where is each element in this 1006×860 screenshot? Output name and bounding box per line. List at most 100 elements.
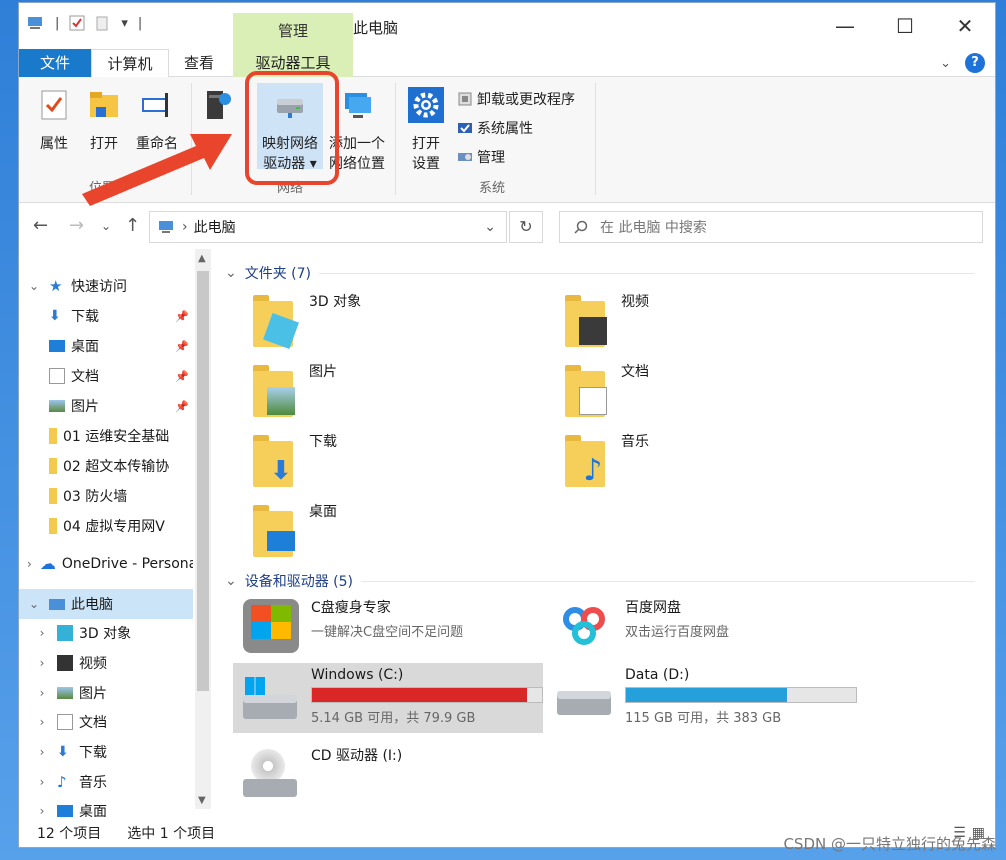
manage-button[interactable]: 管理 xyxy=(457,147,505,167)
sidebar-item-this-pc[interactable]: ⌄ 此电脑 xyxy=(19,589,193,619)
chevron-right-icon[interactable]: › xyxy=(27,557,32,571)
sidebar-scrollbar[interactable]: ▲ ▼ xyxy=(195,249,211,809)
folder-music[interactable]: ♪ 音乐 xyxy=(561,431,649,487)
chevron-right-icon[interactable]: › xyxy=(35,626,49,640)
rename-label: 重命名 xyxy=(136,136,178,152)
computer-icon xyxy=(49,598,65,610)
folder-icon xyxy=(49,518,57,534)
uninstall-program-button[interactable]: 卸载或更改程序 xyxy=(457,89,575,109)
open-button[interactable]: 打开 xyxy=(77,83,131,153)
folders-section-header[interactable]: ⌄ 文件夹 (7) xyxy=(225,263,975,283)
tab-computer[interactable]: 计算机 xyxy=(91,49,169,77)
open-settings-label-line2: 设置 xyxy=(412,156,440,172)
access-media-button[interactable]: 访 xyxy=(195,83,235,153)
tab-file[interactable]: 文件 xyxy=(19,49,91,77)
sidebar-item-onedrive[interactable]: › ☁ OneDrive - Personal xyxy=(19,549,193,579)
drive-cd[interactable]: CD 驱动器 (I:) xyxy=(241,745,402,805)
up-arrow-icon[interactable]: ↑ xyxy=(125,215,140,236)
navigation-pane: ⌄ ★ 快速访问 ⬇ 下载 📌 桌面 📌 文档 📌 图片 📌 01 运维安全基础 xyxy=(19,249,215,817)
maximize-button[interactable]: ☐ xyxy=(875,3,935,49)
sidebar-item-folder[interactable]: 01 运维安全基础 xyxy=(19,421,193,451)
picture-icon xyxy=(49,400,65,412)
settings-gear-icon xyxy=(408,87,444,123)
help-icon[interactable]: ? xyxy=(965,53,985,73)
sidebar-item-3d-objects[interactable]: › 3D 对象 xyxy=(19,618,193,648)
scroll-down-icon[interactable]: ▼ xyxy=(198,795,206,806)
pin-icon[interactable]: 📌 xyxy=(175,340,189,353)
chevron-down-icon[interactable]: ⌄ xyxy=(27,597,41,611)
sidebar-item-downloads-pc[interactable]: › ⬇ 下载 xyxy=(19,737,193,767)
sidebar-item-pictures[interactable]: 图片 📌 xyxy=(19,391,193,421)
chevron-right-icon[interactable]: › xyxy=(35,804,49,817)
folder-label: 图片 xyxy=(309,364,337,380)
sidebar-item-documents[interactable]: 文档 📌 xyxy=(19,361,193,391)
folder-documents[interactable]: 文档 xyxy=(561,361,649,417)
pin-icon[interactable]: 📌 xyxy=(175,400,189,413)
folder-icon xyxy=(49,488,57,504)
sidebar-item-folder[interactable]: 03 防火墙 xyxy=(19,481,193,511)
back-arrow-icon[interactable]: ← xyxy=(33,215,48,236)
address-field[interactable]: › 此电脑 ⌄ xyxy=(149,211,507,243)
chevron-right-icon[interactable]: › xyxy=(35,745,49,759)
scrollbar-thumb[interactable] xyxy=(197,271,209,691)
chevron-right-icon[interactable]: › xyxy=(35,686,49,700)
address-dropdown-icon[interactable]: ⌄ xyxy=(484,219,496,235)
close-button[interactable]: ✕ xyxy=(935,3,995,49)
sidebar-item-label: 04 虚拟专用网V xyxy=(63,519,165,535)
properties-button[interactable]: 属性 xyxy=(27,83,81,153)
chevron-down-icon[interactable]: ⌄ xyxy=(225,573,237,589)
devices-section-header[interactable]: ⌄ 设备和驱动器 (5) xyxy=(225,571,975,591)
forward-arrow-icon[interactable]: → xyxy=(69,215,84,236)
device-baidu-netdisk[interactable]: 百度网盘 双击运行百度网盘 xyxy=(555,597,729,657)
minimize-button[interactable]: — xyxy=(815,3,875,49)
folder-desktop[interactable]: 桌面 xyxy=(249,501,337,557)
device-c-cleaner[interactable]: C盘瘦身专家 一键解决C盘空间不足问题 xyxy=(241,597,463,657)
capacity-bar xyxy=(311,687,543,703)
scroll-up-icon[interactable]: ▲ xyxy=(198,253,206,264)
sidebar-item-downloads[interactable]: ⬇ 下载 📌 xyxy=(19,301,193,331)
sidebar-item-folder[interactable]: 02 超文本传输协 xyxy=(19,451,193,481)
sidebar-item-documents-pc[interactable]: › 文档 xyxy=(19,707,193,737)
drive-c[interactable]: Windows (C:) 5.14 GB 可用，共 79.9 GB xyxy=(233,663,543,733)
chevron-down-icon[interactable]: ⌄ xyxy=(27,279,41,293)
folder-pictures[interactable]: 图片 xyxy=(249,361,337,417)
drive-d[interactable]: Data (D:) 115 GB 可用，共 383 GB xyxy=(555,667,857,727)
new-folder-icon[interactable] xyxy=(95,15,111,31)
qat-dropdown-icon[interactable]: ▾ xyxy=(121,16,128,31)
chevron-right-icon[interactable]: › xyxy=(35,715,49,729)
document-icon xyxy=(49,368,65,384)
sidebar-item-videos[interactable]: › 视频 xyxy=(19,648,193,678)
sidebar-item-pictures-pc[interactable]: › 图片 xyxy=(19,678,193,708)
pin-icon[interactable]: 📌 xyxy=(175,310,189,323)
folder-icon xyxy=(49,428,57,444)
tab-view[interactable]: 查看 xyxy=(169,49,229,77)
pin-icon[interactable]: 📌 xyxy=(175,370,189,383)
recent-dropdown-icon[interactable]: ⌄ xyxy=(101,219,111,233)
system-properties-button[interactable]: 系统属性 xyxy=(457,118,533,138)
system-properties-icon xyxy=(458,123,472,133)
computer-small-icon[interactable] xyxy=(27,15,45,31)
folder-videos[interactable]: 视频 xyxy=(561,291,649,347)
folder-label: 视频 xyxy=(621,294,649,310)
chevron-down-icon[interactable]: ⌄ xyxy=(225,265,237,281)
chevron-up-icon[interactable]: ⌄ xyxy=(940,56,951,71)
refresh-button[interactable]: ↻ xyxy=(509,211,543,243)
sidebar-item-desktop-pc[interactable]: › 桌面 xyxy=(19,796,193,817)
chevron-right-icon[interactable]: › xyxy=(35,775,49,789)
address-path[interactable]: 此电脑 xyxy=(194,217,236,237)
properties-check-icon[interactable] xyxy=(69,15,85,31)
sidebar-item-quick-access[interactable]: ⌄ ★ 快速访问 xyxy=(19,271,193,301)
desktop-icon xyxy=(57,805,73,817)
sidebar-item-desktop[interactable]: 桌面 📌 xyxy=(19,331,193,361)
folder-3d-objects[interactable]: 3D 对象 xyxy=(249,291,361,349)
rename-button[interactable]: 重命名 xyxy=(127,83,187,153)
manage-context-header: 管理 xyxy=(233,13,353,49)
sidebar-item-folder[interactable]: 04 虚拟专用网V xyxy=(19,511,193,541)
sidebar-item-music[interactable]: › ♪ 音乐 xyxy=(19,767,193,797)
open-settings-button[interactable]: 打开 设置 xyxy=(399,83,453,173)
music-note-icon: ♪ xyxy=(57,773,67,791)
chevron-right-icon[interactable]: › xyxy=(35,656,49,670)
search-input[interactable]: 在 此电脑 中搜索 xyxy=(559,211,983,243)
folder-download-icon: ⬇ xyxy=(249,431,299,487)
folder-downloads[interactable]: ⬇ 下载 xyxy=(249,431,337,487)
